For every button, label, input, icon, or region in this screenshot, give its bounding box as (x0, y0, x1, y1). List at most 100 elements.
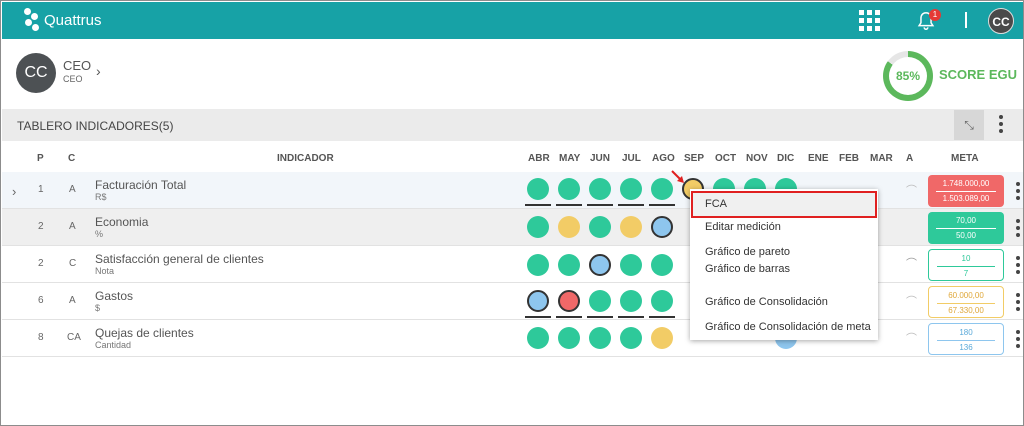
paperclip-icon[interactable]: ⌒ (906, 330, 917, 346)
row-c: A (69, 221, 76, 232)
profile-role: CEO (63, 74, 83, 84)
indicator-unit: R$ (95, 192, 107, 202)
menu-item-editar-medicion[interactable]: Editar medición (705, 221, 781, 233)
status-dot[interactable] (651, 216, 673, 238)
status-dot[interactable] (620, 290, 642, 312)
menu-item-grafico-consolidacion-meta[interactable]: Gráfico de Consolidación de meta (705, 321, 871, 333)
meta-actual: 67.330,00 (948, 306, 984, 315)
row-p: 1 (38, 184, 44, 195)
indicator-name[interactable]: Economia (95, 215, 148, 229)
quattrus-logo-icon (24, 8, 40, 32)
board-header: TABLERO INDICADORES(5) ⤡ (2, 109, 1023, 141)
top-bar: Quattrus 1 CC (2, 2, 1023, 39)
meta-target: 10 (961, 254, 971, 263)
meta-divider (937, 266, 995, 267)
menu-item-fca[interactable]: FCA (705, 198, 727, 210)
profile-avatar[interactable]: CC (16, 53, 56, 93)
status-dot[interactable] (589, 254, 611, 276)
meta-target: 60.000,00 (948, 291, 984, 300)
status-dot[interactable] (589, 216, 611, 238)
status-dot[interactable] (527, 216, 549, 238)
user-avatar[interactable]: CC (988, 8, 1014, 34)
col-month: NOV (746, 153, 768, 164)
meta-actual: 1.503.089,00 (942, 194, 990, 203)
profile-name: CEO (63, 58, 92, 73)
dot-underline (649, 204, 675, 206)
status-dot[interactable] (651, 290, 673, 312)
row-menu-icon[interactable] (1016, 219, 1020, 240)
indicator-name[interactable]: Facturación Total (95, 178, 186, 192)
dot-underline (525, 204, 551, 206)
meta-actual: 7 (963, 269, 969, 278)
status-dot[interactable] (527, 178, 549, 200)
col-month: ENE (808, 153, 829, 164)
meta-badge: 70,00 50,00 (928, 212, 1004, 244)
row-menu-icon[interactable] (1016, 256, 1020, 277)
dot-underline (556, 204, 582, 206)
meta-target: 180 (959, 328, 973, 337)
menu-item-grafico-consolidacion[interactable]: Gráfico de Consolidación (705, 296, 828, 308)
meta-actual: 50,00 (955, 231, 977, 240)
menu-item-grafico-pareto[interactable]: Gráfico de pareto (705, 246, 790, 258)
status-dot[interactable] (589, 178, 611, 200)
paperclip-icon[interactable]: ⌒ (906, 255, 917, 271)
annotation-arrow-icon (671, 170, 684, 183)
collapse-icon[interactable]: ⤡ (954, 110, 984, 140)
meta-actual: 136 (959, 343, 973, 352)
status-dot[interactable] (589, 327, 611, 349)
app-window: Quattrus 1 CC CC CEO CEO › 85% SCORE EGU… (0, 0, 1024, 426)
paperclip-icon[interactable]: ⌒ (906, 182, 917, 198)
row-p: 6 (38, 295, 44, 306)
status-dot[interactable] (527, 327, 549, 349)
status-dot[interactable] (558, 178, 580, 200)
status-dot[interactable] (620, 216, 642, 238)
col-month: MAY (559, 153, 581, 164)
col-a: A (906, 153, 914, 164)
menu-item-fca-highlight[interactable]: FCA (691, 191, 877, 218)
status-dot[interactable] (651, 327, 673, 349)
meta-target: 70,00 (955, 216, 977, 225)
row-p: 2 (38, 258, 44, 269)
status-dot[interactable] (651, 254, 673, 276)
indicator-name[interactable]: Gastos (95, 289, 133, 303)
indicator-unit: $ (95, 303, 101, 313)
chevron-right-icon[interactable]: › (96, 63, 101, 79)
col-meta: META (951, 153, 979, 164)
status-dot[interactable] (558, 327, 580, 349)
dot-underline (556, 316, 582, 318)
row-menu-icon[interactable] (1016, 182, 1020, 203)
col-indicador: INDICADOR (277, 153, 334, 164)
indicator-name[interactable]: Satisfacción general de clientes (95, 252, 264, 266)
menu-item-grafico-barras[interactable]: Gráfico de barras (705, 263, 790, 275)
divider (965, 12, 967, 28)
status-dot[interactable] (620, 327, 642, 349)
row-c: A (69, 295, 76, 306)
expand-icon[interactable]: › (12, 184, 16, 199)
apps-grid-icon[interactable] (859, 10, 880, 31)
indicator-unit: Cantidad (95, 340, 132, 350)
col-month: FEB (839, 153, 859, 164)
status-dot[interactable] (620, 178, 642, 200)
row-menu-icon[interactable] (1016, 330, 1020, 351)
paperclip-icon[interactable]: ⌒ (906, 293, 917, 309)
status-dot[interactable] (527, 290, 549, 312)
status-dot[interactable] (558, 216, 580, 238)
indicator-name[interactable]: Quejas de clientes (95, 326, 194, 340)
row-menu-icon[interactable] (1016, 293, 1020, 314)
status-dot[interactable] (558, 254, 580, 276)
dot-underline (587, 204, 613, 206)
indicator-unit: % (95, 229, 104, 239)
dot-underline (525, 316, 551, 318)
col-month: DIC (777, 153, 795, 164)
status-dot[interactable] (620, 254, 642, 276)
row-c: A (69, 184, 76, 195)
meta-badge: 1.748.000,00 1.503.089,00 (928, 175, 1004, 207)
dot-underline (649, 316, 675, 318)
board-menu-icon[interactable] (999, 115, 1003, 136)
status-dot[interactable] (589, 290, 611, 312)
status-dot[interactable] (558, 290, 580, 312)
dot-underline (618, 204, 644, 206)
status-dot[interactable] (527, 254, 549, 276)
dot-underline (587, 316, 613, 318)
row-p: 2 (38, 221, 44, 232)
